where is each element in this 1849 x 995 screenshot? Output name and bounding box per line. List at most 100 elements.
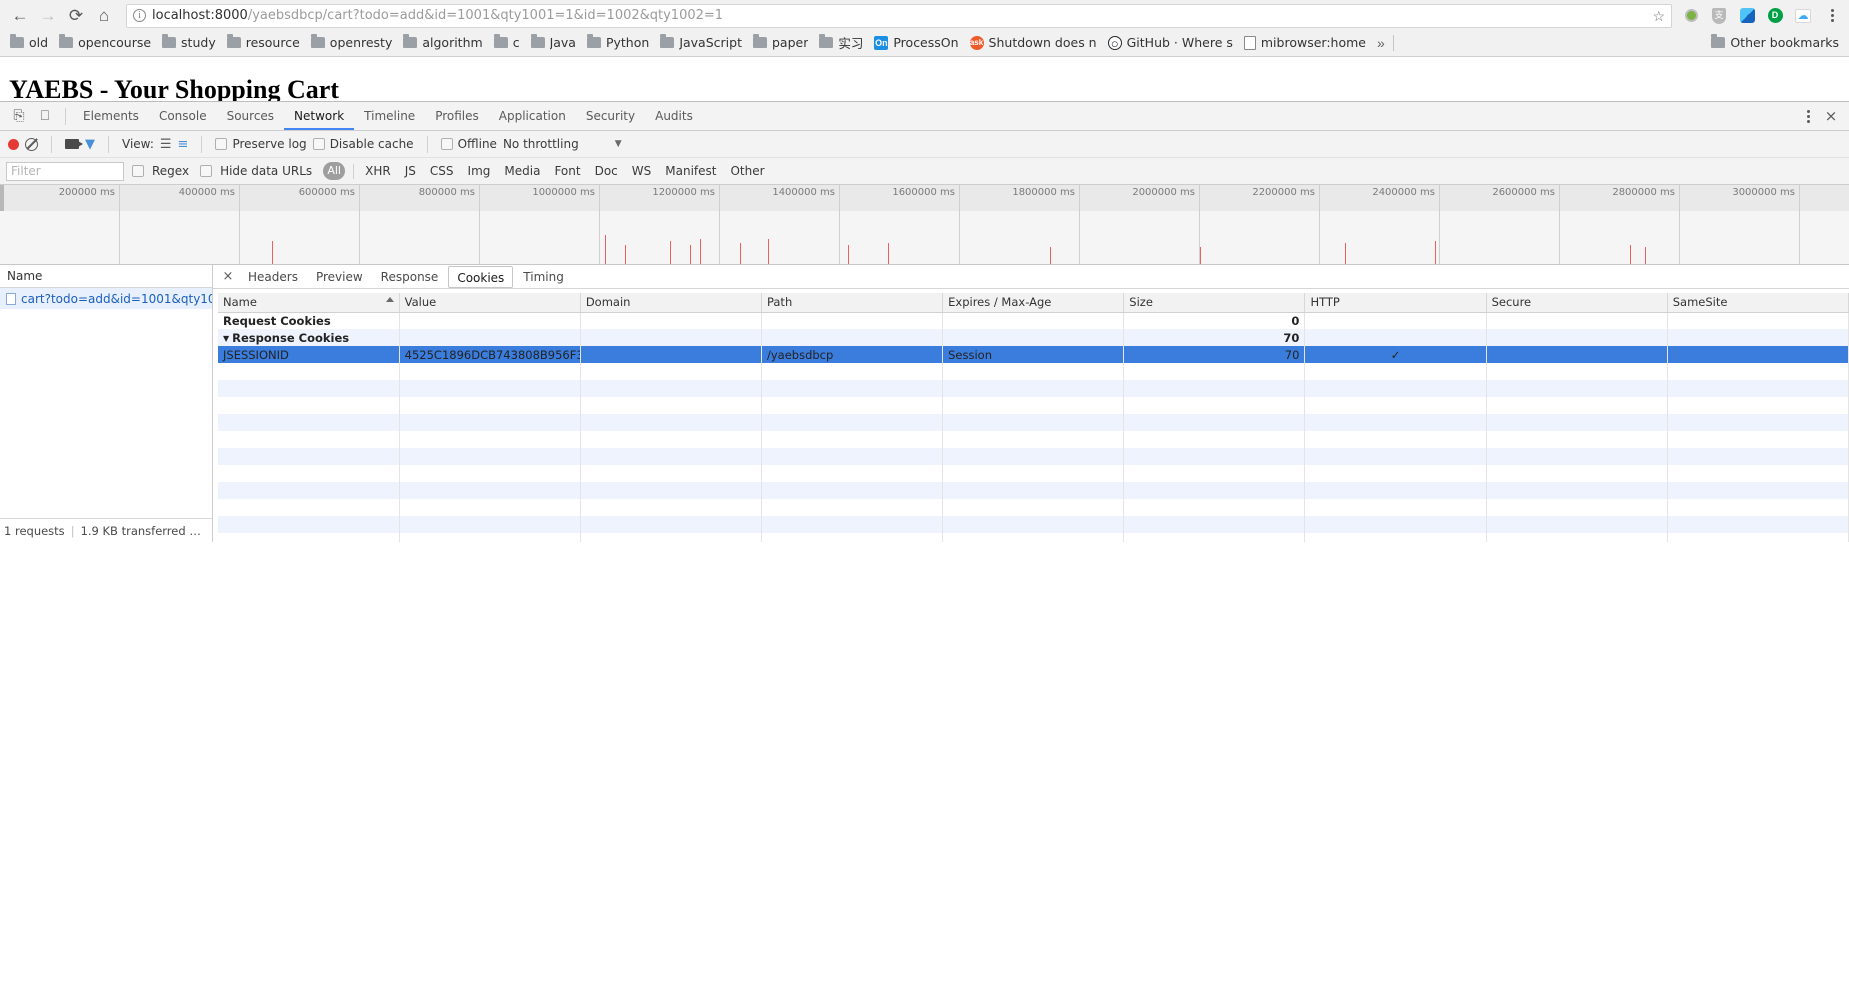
bookmark-shutdown[interactable]: ask Shutdown does n [966, 33, 1103, 52]
table-row[interactable]: Request Cookies 0 [218, 312, 1849, 329]
bookmark-github[interactable]: ○ GitHub · Where s [1104, 33, 1239, 52]
bookmark-algorithm[interactable]: algorithm [399, 33, 488, 52]
bookmark-shixi[interactable]: 实习 [815, 31, 869, 54]
list-item[interactable]: cart?todo=add&id=1001&qty100… [0, 288, 212, 309]
camera-icon[interactable] [65, 139, 83, 149]
devtools-menu-icon[interactable] [1797, 109, 1819, 123]
green-circle-icon[interactable]: D [1764, 5, 1786, 27]
bookmark-study[interactable]: study [158, 33, 222, 52]
filter-input[interactable] [6, 161, 124, 181]
column-expires[interactable]: Expires / Max-Age [942, 293, 1125, 313]
record-icon[interactable] [8, 138, 19, 150]
column-size[interactable]: Size [1123, 293, 1306, 313]
tab-cookies[interactable]: Cookies [448, 265, 514, 288]
devtools-actions: × [1797, 107, 1843, 125]
bookmark-c[interactable]: c [490, 33, 526, 52]
filter-type-all[interactable]: All [323, 162, 346, 180]
column-samesite[interactable]: SameSite [1667, 293, 1849, 313]
timeline-tick: 400000 ms [120, 185, 240, 264]
throttling-select[interactable]: No throttling [503, 137, 579, 151]
table-row-empty [218, 533, 1849, 542]
tab-network[interactable]: Network [284, 102, 355, 130]
devtools-close-icon[interactable]: × [1819, 107, 1843, 125]
column-name[interactable]: Name [218, 293, 400, 313]
reload-icon[interactable]: ⟳ [62, 2, 90, 30]
forward-icon[interactable]: → [34, 2, 62, 30]
back-icon[interactable]: ← [6, 2, 34, 30]
chevron-down-icon[interactable]: ▼ [615, 139, 622, 149]
bookmark-openresty[interactable]: openresty [307, 33, 399, 52]
network-timeline-overview[interactable]: 200000 ms 400000 ms 600000 ms 800000 ms … [0, 185, 1849, 265]
filter-type-js[interactable]: JS [402, 164, 419, 178]
hide-data-urls-checkbox[interactable]: Hide data URLs [200, 164, 315, 178]
tab-headers[interactable]: Headers [240, 267, 306, 287]
tab-elements[interactable]: Elements [73, 102, 149, 130]
shield-icon[interactable]: 支 [1708, 5, 1730, 27]
bookmark-python[interactable]: Python [583, 33, 655, 52]
filter-type-other[interactable]: Other [727, 164, 767, 178]
device-toolbar-icon[interactable]: ⎕ [32, 103, 58, 129]
tab-preview[interactable]: Preview [308, 267, 371, 287]
filter-type-doc[interactable]: Doc [592, 164, 621, 178]
preserve-log-checkbox[interactable]: Preserve log [215, 137, 307, 151]
home-icon[interactable]: ⌂ [90, 2, 118, 30]
cell-samesite [1667, 346, 1849, 363]
disable-cache-checkbox[interactable]: Disable cache [312, 137, 414, 151]
browser-menu-icon[interactable] [1821, 9, 1843, 22]
regex-checkbox[interactable]: Regex [132, 164, 192, 178]
table-row[interactable]: Response Cookies 70 [218, 329, 1849, 346]
timeline-event-bar [740, 243, 741, 264]
filter-type-ws[interactable]: WS [629, 164, 654, 178]
table-row-selected[interactable]: JSESSIONID 4525C1896DCB743808B956F3EF9DC… [218, 346, 1849, 363]
tab-response[interactable]: Response [373, 267, 447, 287]
tab-timing[interactable]: Timing [515, 267, 572, 287]
bookmark-java[interactable]: Java [527, 33, 582, 52]
cloud-icon[interactable]: ☁ [1792, 5, 1814, 27]
timeline-tick-label: 600000 ms [298, 187, 355, 198]
address-bar[interactable]: i localhost:8000/yaebsdbcp/cart?todo=add… [126, 3, 1672, 28]
tab-audits[interactable]: Audits [645, 102, 703, 130]
column-secure[interactable]: Secure [1486, 293, 1668, 313]
filter-type-css[interactable]: CSS [427, 164, 457, 178]
filter-type-img[interactable]: Img [465, 164, 494, 178]
list-view-icon[interactable]: ☰ [160, 137, 172, 152]
document-icon [6, 292, 16, 305]
filter-type-manifest[interactable]: Manifest [662, 164, 719, 178]
other-bookmarks-folder[interactable]: Other bookmarks [1711, 34, 1843, 50]
waterfall-view-icon[interactable]: ≡ [178, 137, 189, 152]
cell-domain [580, 346, 762, 363]
cookie-name: JSESSIONID [218, 346, 400, 363]
clear-icon[interactable] [25, 137, 38, 151]
blue-tool-icon[interactable] [1736, 5, 1758, 27]
bookmark-opencourse[interactable]: opencourse [55, 33, 157, 52]
bookmark-mibrowser[interactable]: mibrowser:home [1240, 33, 1372, 52]
tab-profiles[interactable]: Profiles [425, 102, 489, 130]
inspect-cursor-icon[interactable]: ⎘ [6, 103, 32, 129]
tab-security[interactable]: Security [576, 102, 645, 130]
green-dot-icon[interactable] [1680, 5, 1702, 27]
timeline-tick: 1000000 ms [480, 185, 600, 264]
bookmark-star-icon[interactable]: ☆ [1652, 8, 1665, 25]
offline-checkbox[interactable]: Offline [440, 137, 497, 151]
requests-column-name[interactable]: Name [0, 265, 212, 288]
tab-console[interactable]: Console [149, 102, 217, 130]
site-info-icon[interactable]: i [133, 9, 146, 22]
tab-application[interactable]: Application [489, 102, 576, 130]
filter-type-media[interactable]: Media [501, 164, 543, 178]
filter-type-xhr[interactable]: XHR [362, 164, 394, 178]
bookmark-resource[interactable]: resource [223, 33, 306, 52]
column-value[interactable]: Value [399, 293, 581, 313]
tab-sources[interactable]: Sources [217, 102, 284, 130]
bookmarks-overflow-icon[interactable]: » [1377, 35, 1385, 51]
column-path[interactable]: Path [761, 293, 944, 313]
tab-timeline[interactable]: Timeline [354, 102, 425, 130]
funnel-icon[interactable]: ▼ [85, 137, 95, 152]
column-http[interactable]: HTTP [1304, 293, 1487, 313]
column-domain[interactable]: Domain [580, 293, 762, 313]
detail-close-icon[interactable]: × [218, 269, 238, 284]
bookmark-javascript[interactable]: JavaScript [656, 33, 748, 52]
bookmark-old[interactable]: old [6, 33, 54, 52]
filter-type-font[interactable]: Font [551, 164, 583, 178]
bookmark-paper[interactable]: paper [749, 33, 814, 52]
bookmark-processon[interactable]: On ProcessOn [870, 33, 964, 52]
